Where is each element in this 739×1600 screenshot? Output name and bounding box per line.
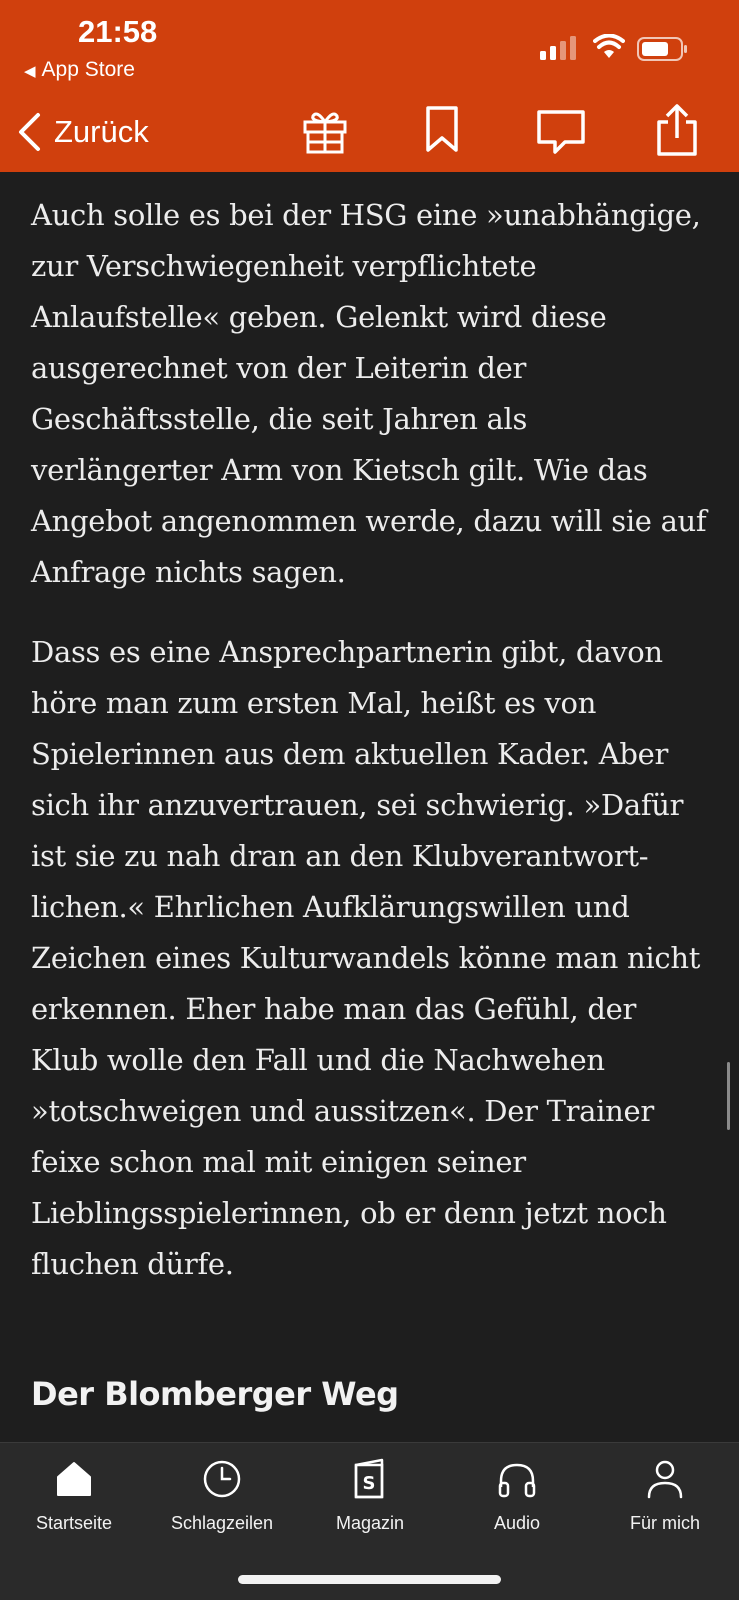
tab-schlagzeilen[interactable]: Schlagzeilen [148, 1457, 296, 1534]
back-to-app-store[interactable]: ◀ App Store [24, 58, 135, 82]
wifi-icon [593, 34, 625, 58]
gift-icon [303, 112, 347, 154]
clock-icon [203, 1460, 241, 1498]
battery-icon [637, 37, 687, 61]
magazine-icon: S [354, 1458, 384, 1499]
comments-button[interactable] [535, 104, 587, 156]
tab-label: Magazin [335, 1513, 405, 1533]
back-app-label: App Store [41, 58, 135, 81]
back-triangle-icon: ◀ [24, 63, 36, 80]
cellular-signal-icon [540, 36, 576, 60]
comment-icon [537, 110, 585, 154]
share-button[interactable] [651, 104, 703, 156]
share-icon [657, 104, 697, 156]
tab-label: Schlagzeilen [170, 1513, 274, 1533]
headphones-icon [498, 1463, 536, 1498]
person-icon [647, 1460, 683, 1499]
gift-button[interactable] [299, 104, 351, 156]
tab-label: Audio [493, 1513, 541, 1533]
article-paragraph: Auch solle es bei der HSG eine »unabhäng… [31, 198, 707, 589]
chevron-left-icon [19, 113, 40, 151]
home-indicator[interactable] [238, 1575, 501, 1584]
home-icon [57, 1462, 91, 1496]
status-time: 21:58 [78, 14, 158, 49]
scrollbar[interactable] [727, 1062, 730, 1130]
tab-audio[interactable]: Audio [443, 1457, 591, 1534]
app-header: 21:58 ◀ App Store Zurück [0, 0, 739, 172]
bookmark-button[interactable] [416, 104, 468, 156]
back-button[interactable]: Zurück [16, 108, 149, 156]
tab-label: Startseite [35, 1513, 113, 1533]
article-paragraph: Dass es eine Ansprechpartnerin gibt, dav… [31, 635, 701, 1281]
bookmark-icon [426, 106, 458, 152]
article-subheading: Der Blomberger Weg [31, 1375, 399, 1413]
back-label: Zurück [54, 114, 149, 149]
tab-magazin[interactable]: S Magazin [296, 1457, 444, 1534]
svg-text:S: S [363, 1473, 376, 1494]
tab-startseite[interactable]: Startseite [0, 1457, 148, 1534]
tab-fuer-mich[interactable]: Für mich [591, 1457, 739, 1534]
tab-label: Für mich [629, 1513, 700, 1533]
article-body: Auch solle es bei der HSG eine »unabhäng… [31, 190, 711, 1413]
